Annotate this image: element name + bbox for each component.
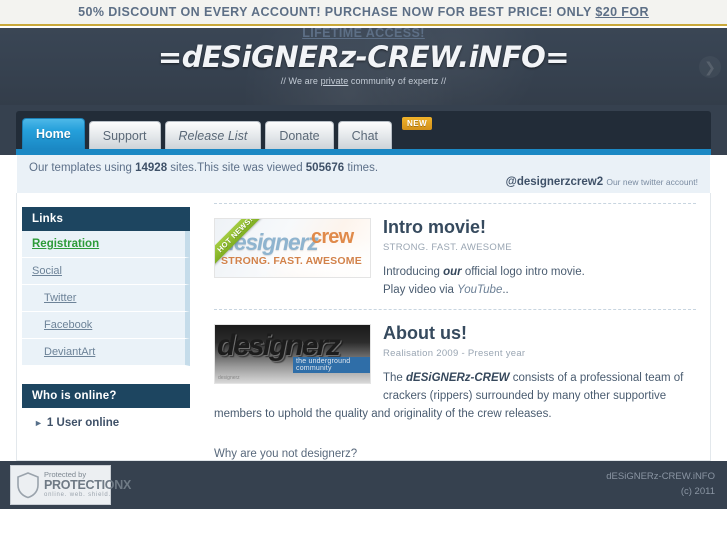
thumb-tagline: STRONG. FAST. AWESOME [221, 255, 362, 267]
tab-chat[interactable]: Chat [337, 121, 393, 149]
post-thumbnail-intro-movie[interactable]: designerz crew STRONG. FAST. AWESOME HOT… [214, 218, 371, 278]
sidebar-item-registration[interactable]: Registration [22, 231, 190, 258]
tab-home-label: Home [36, 127, 71, 141]
thumb-word-crew: crew [311, 226, 354, 248]
tab-chat-new-badge: NEW [402, 117, 433, 130]
sidebar-item-social[interactable]: Social [22, 258, 190, 285]
about-body-pre: The [383, 372, 407, 385]
stats-middle: sites.This site was viewed [167, 162, 306, 174]
protectionx-text: Protected by PROTECTIONX online. web. sh… [44, 471, 131, 498]
footnote-text: Why are you not designerz? [214, 447, 358, 460]
section-divider-2 [214, 309, 696, 311]
tab-release-list-label: Release List [178, 128, 248, 143]
post-thumbnail-about-us[interactable]: designerz the underground community desi… [214, 324, 371, 385]
section-divider [214, 203, 696, 204]
site-footer: Protected by PROTECTIONX online. web. sh… [0, 461, 727, 509]
promo-banner[interactable]: 50% DISCOUNT ON EVERY ACCOUNT! PURCHASE … [0, 0, 727, 26]
stats-templates-count: 14928 [135, 162, 168, 174]
tab-donate[interactable]: Donate [265, 121, 334, 149]
sidebar-item-twitter[interactable]: Twitter [22, 285, 190, 312]
sidebar-online-count: 1 User online [46, 417, 120, 429]
nav-tabs: Home Support Release List Donate Chat NE… [22, 116, 433, 149]
main-panel: Links Registration Social Twitter Facebo… [16, 193, 711, 461]
chevron-right-icon[interactable]: ❯ [699, 56, 721, 78]
stats-suffix: times. [344, 162, 379, 174]
tagline-post: community of expertz // [348, 76, 447, 86]
post-body-play-post: .. [502, 283, 509, 296]
youtube-link[interactable]: YouTube [457, 284, 502, 296]
sidebar-item-deviantart[interactable]: DeviantArt [22, 339, 190, 366]
promo-banner-line1: 50% DISCOUNT ON EVERY ACCOUNT! PURCHASE … [78, 5, 596, 19]
shield-icon [17, 472, 39, 499]
nav-strip: Home Support Release List Donate Chat NE… [0, 105, 727, 155]
post-about-us: designerz the underground community desi… [202, 322, 704, 423]
promo-banner-text: 50% DISCOUNT ON EVERY ACCOUNT! PURCHASE … [78, 0, 649, 24]
post-body-mid: official logo intro movie. [461, 265, 585, 278]
protectionx-line2: PROTECTIONX [44, 478, 131, 493]
bottom-white-area [0, 509, 727, 545]
tab-donate-label: Donate [279, 128, 320, 143]
twitter-handle[interactable]: @designerzcrew2 [506, 176, 604, 188]
site-header: =dESiGNERz-CREW.iNFO= // We are private … [0, 28, 727, 105]
promo-banner-link[interactable]: $20 FOR [595, 5, 649, 19]
protectionx-badge[interactable]: Protected by PROTECTIONX online. web. sh… [10, 465, 131, 505]
thumb2-corner-text: designerz [218, 375, 240, 382]
site-logo: =dESiGNERz-CREW.iNFO= [157, 40, 570, 74]
tab-support[interactable]: Support [88, 121, 161, 149]
post-body-pre: Introducing [383, 265, 444, 278]
tagline-pre: // We are [280, 76, 321, 86]
post-body-play-pre: Play video via [383, 283, 458, 296]
sidebar-item-facebook[interactable]: Facebook [22, 312, 190, 339]
sidebar-links-title: Links [22, 207, 190, 231]
twitter-note: Our new twitter account! [606, 177, 698, 187]
site-tagline: // We are private community of expertz /… [0, 76, 727, 86]
content-column: designerz crew STRONG. FAST. AWESOME HOT… [202, 193, 704, 460]
bullet-arrow-icon: ► [34, 418, 43, 428]
stats-line-templates: Our templates using 14928 sites.This sit… [29, 162, 378, 174]
nav-inner: Home Support Release List Donate Chat NE… [16, 111, 711, 155]
sidebar-online-count-row: ► 1 User online [22, 408, 190, 429]
stats-bar: Our templates using 14928 sites.This sit… [16, 155, 711, 193]
stats-line-twitter: @designerzcrew2 Our new twitter account! [17, 176, 698, 188]
tagline-private: private [320, 76, 349, 86]
post-intro-movie: designerz crew STRONG. FAST. AWESOME HOT… [202, 216, 704, 299]
about-body-crewname: dESiGNERz-CREW [406, 372, 510, 385]
stats-views-count: 505676 [305, 162, 345, 174]
thumb2-subtitle: the underground community [293, 357, 370, 374]
tab-support-label: Support [102, 128, 147, 143]
footer-credits: dESiGNERz-CREW.iNFO (c) 2011 [606, 469, 715, 499]
tab-chat-label: Chat [351, 128, 379, 143]
footer-site-name: dESiGNERz-CREW.iNFO [606, 471, 715, 482]
page-root: 50% DISCOUNT ON EVERY ACCOUNT! PURCHASE … [0, 0, 727, 545]
footer-copyright: (c) 2011 [680, 486, 715, 498]
post-body-our: our [443, 265, 462, 278]
tab-home[interactable]: Home [22, 118, 85, 149]
sidebar: Links Registration Social Twitter Facebo… [22, 207, 190, 429]
protectionx-line3: online. web. shield. [44, 492, 112, 499]
tab-release-list[interactable]: Release List [164, 121, 262, 149]
sidebar-online-title: Who is online? [22, 384, 190, 408]
stats-prefix: Our templates using [29, 162, 136, 174]
